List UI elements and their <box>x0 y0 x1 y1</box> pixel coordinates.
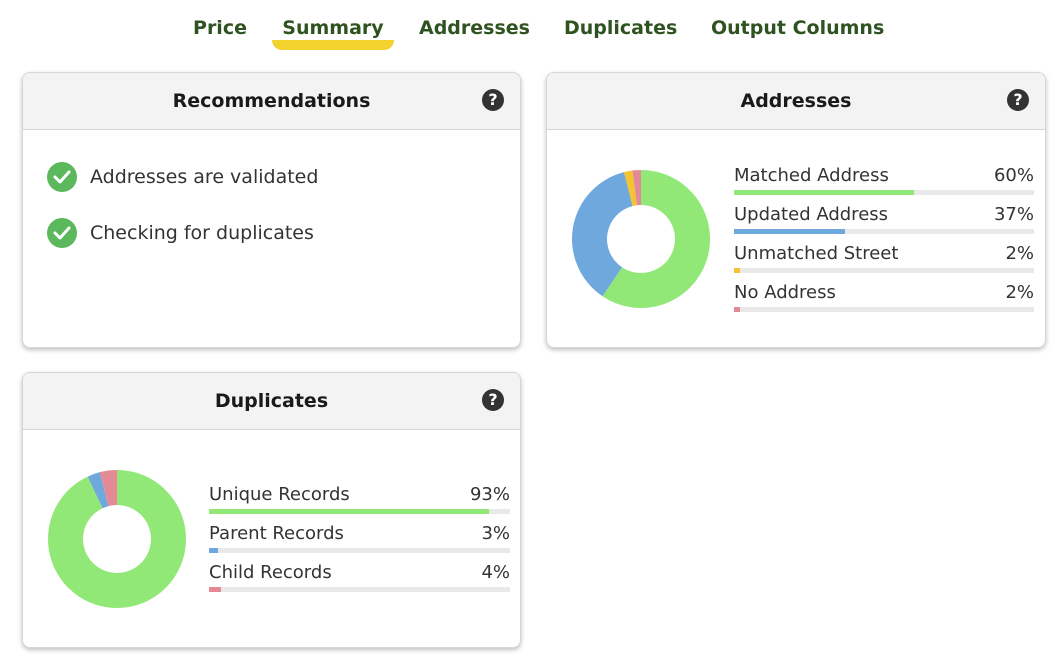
legend-bar-track <box>209 509 510 514</box>
legend-value: 37% <box>993 204 1034 225</box>
legend-bar-fill <box>734 268 740 273</box>
addresses-legend: Matched Address 60% Updated Address 37% Unma… <box>734 165 1034 321</box>
addresses-card: Addresses ? Matched Address 60% Updated Ad… <box>546 72 1046 348</box>
active-tab-indicator <box>272 40 394 50</box>
addresses-header: Addresses ? <box>547 73 1045 130</box>
legend-item-unmatched-street: Unmatched Street 2% <box>734 243 1034 282</box>
legend-value: 4% <box>481 562 510 583</box>
tab-addresses[interactable]: Addresses <box>419 14 530 42</box>
tab-output-columns[interactable]: Output Columns <box>711 14 884 42</box>
legend-bar-fill <box>734 307 740 312</box>
legend-label: Unmatched Street <box>734 243 899 264</box>
legend-bar-track <box>734 307 1034 312</box>
duplicates-donut-chart <box>47 470 187 608</box>
tab-summary-label: Summary <box>282 17 384 39</box>
legend-item-unique-records: Unique Records 93% <box>209 484 510 523</box>
tab-price[interactable]: Price <box>193 14 247 42</box>
tab-bar: Price Summary Addresses Duplicates Outpu… <box>0 0 1060 56</box>
legend-bar-track <box>209 587 510 592</box>
legend-item-parent-records: Parent Records 3% <box>209 523 510 562</box>
legend-bar-track <box>734 229 1034 234</box>
check-circle-icon <box>47 218 77 248</box>
recommendations-card: Recommendations ? Addresses are validate… <box>22 72 521 348</box>
legend-bar-fill <box>209 587 222 592</box>
tab-duplicates[interactable]: Duplicates <box>564 14 678 42</box>
legend-bar-fill <box>209 509 489 514</box>
recommendations-title: Recommendations <box>172 90 371 112</box>
legend-value: 2% <box>1005 282 1034 303</box>
legend-label: Matched Address <box>734 165 889 186</box>
legend-label: Unique Records <box>209 484 350 505</box>
question-circle-icon[interactable]: ? <box>1007 89 1029 111</box>
legend-label: No Address <box>734 282 836 303</box>
legend-label: Updated Address <box>734 204 889 225</box>
legend-label: Child Records <box>209 562 332 583</box>
recommendations-header: Recommendations ? <box>23 73 520 130</box>
tab-summary[interactable]: Summary <box>272 14 394 50</box>
legend-value: 60% <box>993 165 1034 186</box>
duplicates-title: Duplicates <box>214 390 329 412</box>
legend-bar-fill <box>209 548 219 553</box>
recommendation-text: Checking for duplicates <box>90 222 314 244</box>
legend-item-child-records: Child Records 4% <box>209 562 510 601</box>
legend-bar-fill <box>734 190 914 195</box>
addresses-donut-chart <box>572 170 710 308</box>
tab-output-columns-label: Output Columns <box>711 17 885 39</box>
legend-bar-track <box>734 268 1034 273</box>
question-circle-icon[interactable]: ? <box>482 89 504 111</box>
legend-item-updated-address: Updated Address 37% <box>734 204 1034 243</box>
check-circle-icon <box>47 162 77 192</box>
addresses-title: Addresses <box>740 90 852 112</box>
recommendation-item: Checking for duplicates <box>47 218 314 248</box>
legend-value: 93% <box>469 484 510 505</box>
legend-bar-track <box>734 190 1034 195</box>
duplicates-card: Duplicates ? Unique Records 93% Parent Rec… <box>22 372 521 648</box>
tab-addresses-label: Addresses <box>419 17 530 39</box>
recommendation-item: Addresses are validated <box>47 162 318 192</box>
legend-bar-track <box>209 548 510 553</box>
duplicates-legend: Unique Records 93% Parent Records 3% Child R… <box>209 484 510 601</box>
legend-value: 2% <box>1005 243 1034 264</box>
tab-price-label: Price <box>193 17 247 39</box>
legend-item-no-address: No Address 2% <box>734 282 1034 321</box>
legend-label: Parent Records <box>209 523 344 544</box>
duplicates-header: Duplicates ? <box>23 373 520 430</box>
legend-item-matched-address: Matched Address 60% <box>734 165 1034 204</box>
tab-duplicates-label: Duplicates <box>564 17 678 39</box>
legend-value: 3% <box>481 523 510 544</box>
legend-bar-fill <box>734 229 845 234</box>
recommendation-text: Addresses are validated <box>90 166 319 188</box>
question-circle-icon[interactable]: ? <box>482 389 504 411</box>
